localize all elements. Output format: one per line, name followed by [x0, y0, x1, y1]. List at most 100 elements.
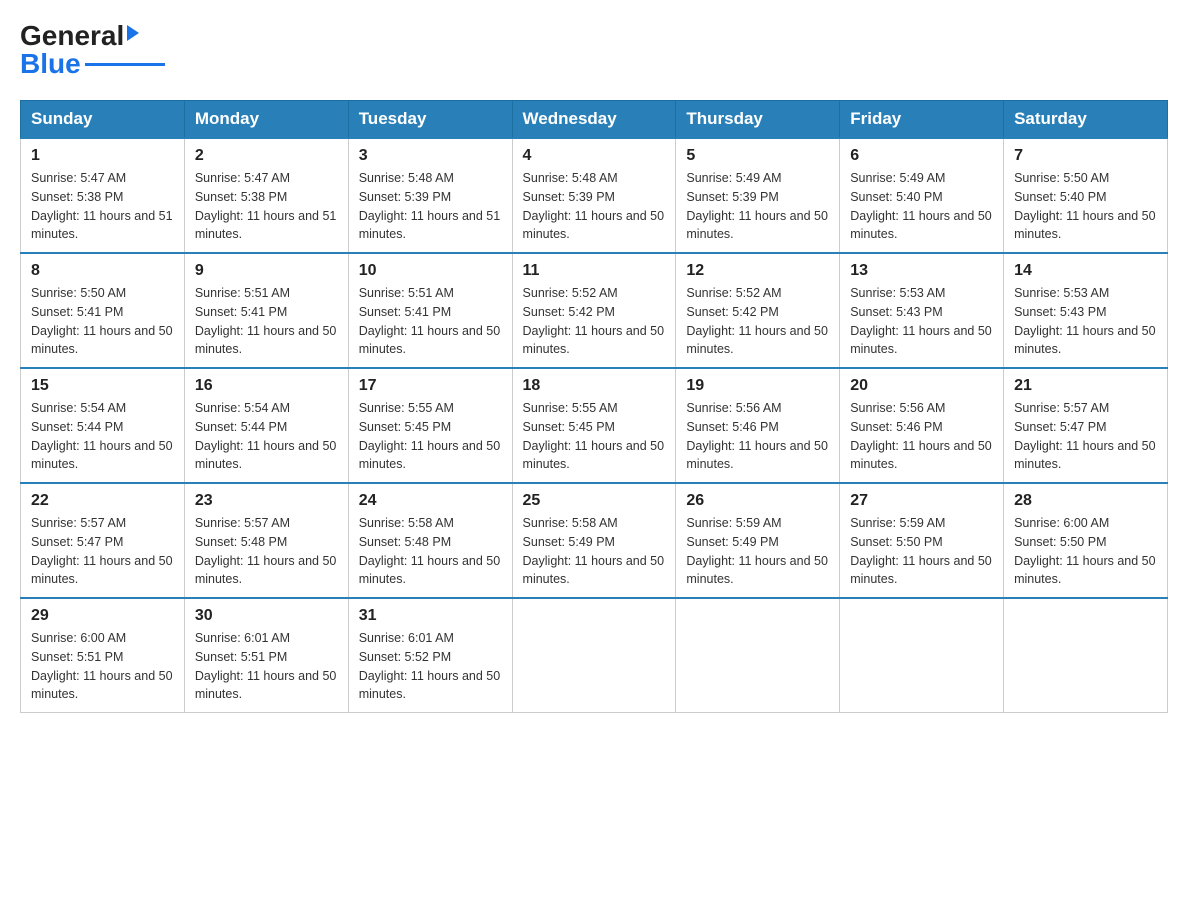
- calendar-cell: 5 Sunrise: 5:49 AM Sunset: 5:39 PM Dayli…: [676, 138, 840, 253]
- weekday-header: Monday: [184, 101, 348, 139]
- day-info: Sunrise: 5:51 AM Sunset: 5:41 PM Dayligh…: [195, 284, 338, 359]
- day-number: 10: [359, 262, 502, 280]
- weekday-header: Wednesday: [512, 101, 676, 139]
- day-info: Sunrise: 5:47 AM Sunset: 5:38 PM Dayligh…: [31, 169, 174, 244]
- day-number: 7: [1014, 147, 1157, 165]
- day-number: 1: [31, 147, 174, 165]
- weekday-header: Saturday: [1004, 101, 1168, 139]
- day-number: 15: [31, 377, 174, 395]
- calendar-cell: 18 Sunrise: 5:55 AM Sunset: 5:45 PM Dayl…: [512, 368, 676, 483]
- calendar-cell: 17 Sunrise: 5:55 AM Sunset: 5:45 PM Dayl…: [348, 368, 512, 483]
- day-number: 26: [686, 492, 829, 510]
- weekday-header: Sunday: [21, 101, 185, 139]
- calendar-week-row: 8 Sunrise: 5:50 AM Sunset: 5:41 PM Dayli…: [21, 253, 1168, 368]
- day-info: Sunrise: 5:53 AM Sunset: 5:43 PM Dayligh…: [1014, 284, 1157, 359]
- day-number: 12: [686, 262, 829, 280]
- calendar-cell: 28 Sunrise: 6:00 AM Sunset: 5:50 PM Dayl…: [1004, 483, 1168, 598]
- calendar-cell: [1004, 598, 1168, 713]
- page-header: General Blue: [20, 20, 1168, 80]
- calendar-cell: 9 Sunrise: 5:51 AM Sunset: 5:41 PM Dayli…: [184, 253, 348, 368]
- logo-blue: Blue: [20, 48, 81, 80]
- day-number: 24: [359, 492, 502, 510]
- day-info: Sunrise: 5:56 AM Sunset: 5:46 PM Dayligh…: [686, 399, 829, 474]
- calendar-cell: 3 Sunrise: 5:48 AM Sunset: 5:39 PM Dayli…: [348, 138, 512, 253]
- day-info: Sunrise: 5:49 AM Sunset: 5:39 PM Dayligh…: [686, 169, 829, 244]
- calendar-week-row: 22 Sunrise: 5:57 AM Sunset: 5:47 PM Dayl…: [21, 483, 1168, 598]
- day-number: 21: [1014, 377, 1157, 395]
- calendar-cell: 8 Sunrise: 5:50 AM Sunset: 5:41 PM Dayli…: [21, 253, 185, 368]
- calendar-week-row: 1 Sunrise: 5:47 AM Sunset: 5:38 PM Dayli…: [21, 138, 1168, 253]
- calendar-cell: 7 Sunrise: 5:50 AM Sunset: 5:40 PM Dayli…: [1004, 138, 1168, 253]
- calendar-cell: 31 Sunrise: 6:01 AM Sunset: 5:52 PM Dayl…: [348, 598, 512, 713]
- calendar-cell: 23 Sunrise: 5:57 AM Sunset: 5:48 PM Dayl…: [184, 483, 348, 598]
- day-info: Sunrise: 6:01 AM Sunset: 5:51 PM Dayligh…: [195, 629, 338, 704]
- day-number: 30: [195, 607, 338, 625]
- calendar-cell: 2 Sunrise: 5:47 AM Sunset: 5:38 PM Dayli…: [184, 138, 348, 253]
- calendar-header-row: SundayMondayTuesdayWednesdayThursdayFrid…: [21, 101, 1168, 139]
- calendar-cell: [512, 598, 676, 713]
- day-info: Sunrise: 6:00 AM Sunset: 5:51 PM Dayligh…: [31, 629, 174, 704]
- calendar-week-row: 15 Sunrise: 5:54 AM Sunset: 5:44 PM Dayl…: [21, 368, 1168, 483]
- day-info: Sunrise: 5:57 AM Sunset: 5:47 PM Dayligh…: [1014, 399, 1157, 474]
- calendar-cell: 6 Sunrise: 5:49 AM Sunset: 5:40 PM Dayli…: [840, 138, 1004, 253]
- calendar-cell: [840, 598, 1004, 713]
- day-number: 29: [31, 607, 174, 625]
- day-number: 20: [850, 377, 993, 395]
- day-number: 16: [195, 377, 338, 395]
- calendar-cell: 26 Sunrise: 5:59 AM Sunset: 5:49 PM Dayl…: [676, 483, 840, 598]
- day-number: 3: [359, 147, 502, 165]
- day-info: Sunrise: 5:50 AM Sunset: 5:41 PM Dayligh…: [31, 284, 174, 359]
- calendar-cell: 24 Sunrise: 5:58 AM Sunset: 5:48 PM Dayl…: [348, 483, 512, 598]
- calendar-cell: 30 Sunrise: 6:01 AM Sunset: 5:51 PM Dayl…: [184, 598, 348, 713]
- day-info: Sunrise: 5:55 AM Sunset: 5:45 PM Dayligh…: [523, 399, 666, 474]
- day-number: 25: [523, 492, 666, 510]
- day-info: Sunrise: 5:49 AM Sunset: 5:40 PM Dayligh…: [850, 169, 993, 244]
- day-number: 19: [686, 377, 829, 395]
- day-number: 28: [1014, 492, 1157, 510]
- calendar-cell: 22 Sunrise: 5:57 AM Sunset: 5:47 PM Dayl…: [21, 483, 185, 598]
- day-info: Sunrise: 5:57 AM Sunset: 5:47 PM Dayligh…: [31, 514, 174, 589]
- day-number: 11: [523, 262, 666, 280]
- calendar-cell: 12 Sunrise: 5:52 AM Sunset: 5:42 PM Dayl…: [676, 253, 840, 368]
- day-number: 13: [850, 262, 993, 280]
- day-info: Sunrise: 5:52 AM Sunset: 5:42 PM Dayligh…: [523, 284, 666, 359]
- day-info: Sunrise: 5:54 AM Sunset: 5:44 PM Dayligh…: [31, 399, 174, 474]
- calendar-cell: 29 Sunrise: 6:00 AM Sunset: 5:51 PM Dayl…: [21, 598, 185, 713]
- day-number: 23: [195, 492, 338, 510]
- calendar-cell: 21 Sunrise: 5:57 AM Sunset: 5:47 PM Dayl…: [1004, 368, 1168, 483]
- calendar-cell: 16 Sunrise: 5:54 AM Sunset: 5:44 PM Dayl…: [184, 368, 348, 483]
- calendar-cell: 1 Sunrise: 5:47 AM Sunset: 5:38 PM Dayli…: [21, 138, 185, 253]
- day-number: 14: [1014, 262, 1157, 280]
- calendar-cell: 27 Sunrise: 5:59 AM Sunset: 5:50 PM Dayl…: [840, 483, 1004, 598]
- logo: General Blue: [20, 20, 165, 80]
- day-info: Sunrise: 5:54 AM Sunset: 5:44 PM Dayligh…: [195, 399, 338, 474]
- day-info: Sunrise: 5:57 AM Sunset: 5:48 PM Dayligh…: [195, 514, 338, 589]
- weekday-header: Friday: [840, 101, 1004, 139]
- calendar-week-row: 29 Sunrise: 6:00 AM Sunset: 5:51 PM Dayl…: [21, 598, 1168, 713]
- logo-arrow-icon: [127, 25, 139, 41]
- logo-underline: [85, 63, 165, 66]
- day-number: 18: [523, 377, 666, 395]
- day-info: Sunrise: 6:01 AM Sunset: 5:52 PM Dayligh…: [359, 629, 502, 704]
- day-number: 5: [686, 147, 829, 165]
- day-info: Sunrise: 5:47 AM Sunset: 5:38 PM Dayligh…: [195, 169, 338, 244]
- weekday-header: Thursday: [676, 101, 840, 139]
- calendar-cell: 10 Sunrise: 5:51 AM Sunset: 5:41 PM Dayl…: [348, 253, 512, 368]
- day-info: Sunrise: 5:53 AM Sunset: 5:43 PM Dayligh…: [850, 284, 993, 359]
- day-info: Sunrise: 5:56 AM Sunset: 5:46 PM Dayligh…: [850, 399, 993, 474]
- calendar-cell: 14 Sunrise: 5:53 AM Sunset: 5:43 PM Dayl…: [1004, 253, 1168, 368]
- day-info: Sunrise: 5:59 AM Sunset: 5:49 PM Dayligh…: [686, 514, 829, 589]
- day-number: 22: [31, 492, 174, 510]
- day-number: 4: [523, 147, 666, 165]
- day-number: 31: [359, 607, 502, 625]
- calendar-cell: 25 Sunrise: 5:58 AM Sunset: 5:49 PM Dayl…: [512, 483, 676, 598]
- calendar-cell: 13 Sunrise: 5:53 AM Sunset: 5:43 PM Dayl…: [840, 253, 1004, 368]
- day-number: 9: [195, 262, 338, 280]
- day-info: Sunrise: 6:00 AM Sunset: 5:50 PM Dayligh…: [1014, 514, 1157, 589]
- day-number: 8: [31, 262, 174, 280]
- calendar-cell: 15 Sunrise: 5:54 AM Sunset: 5:44 PM Dayl…: [21, 368, 185, 483]
- day-number: 27: [850, 492, 993, 510]
- calendar-cell: 4 Sunrise: 5:48 AM Sunset: 5:39 PM Dayli…: [512, 138, 676, 253]
- calendar-table: SundayMondayTuesdayWednesdayThursdayFrid…: [20, 100, 1168, 713]
- calendar-cell: [676, 598, 840, 713]
